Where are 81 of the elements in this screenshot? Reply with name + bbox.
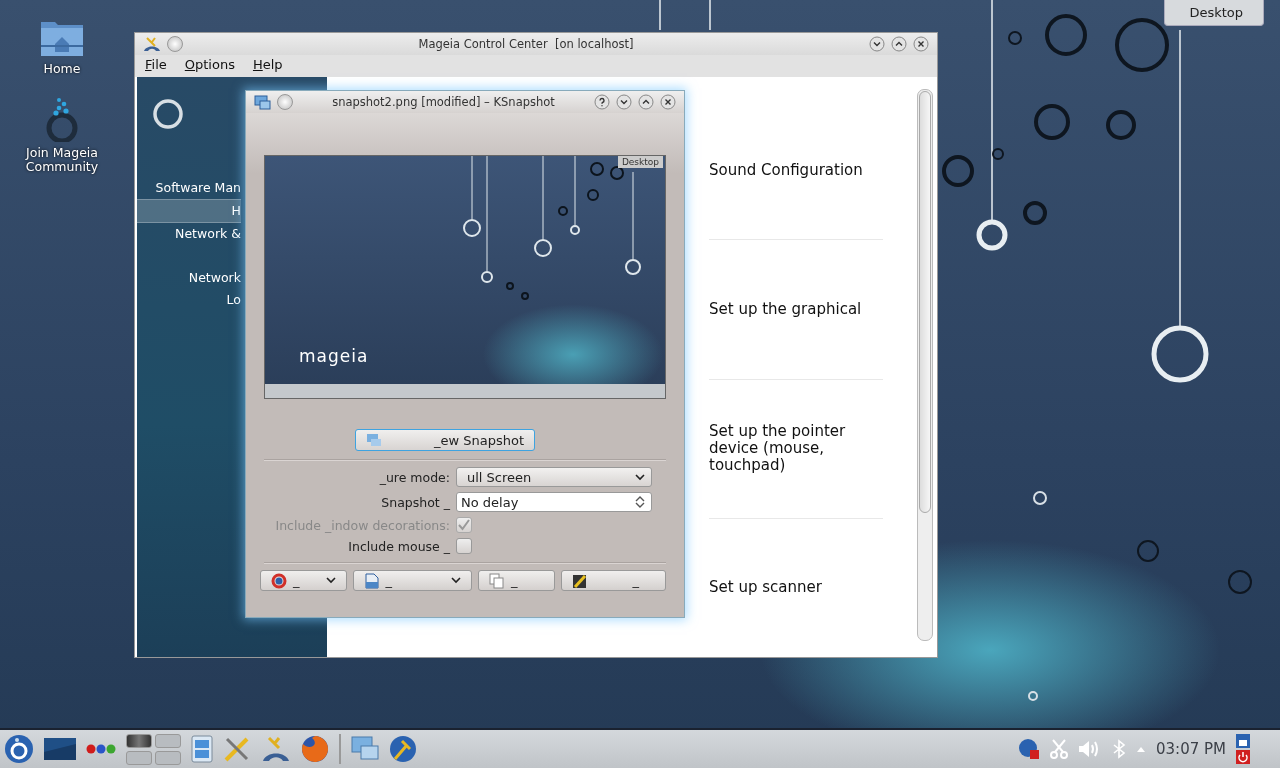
power-icon[interactable]: [1236, 750, 1250, 764]
logo-text: mageia: [299, 346, 369, 366]
desktop-button: Desktop: [617, 156, 663, 168]
help-button[interactable]: [594, 94, 610, 110]
ring-drawing: [1023, 201, 1047, 225]
hammer-globe-icon[interactable]: [389, 735, 417, 763]
minimize-button[interactable]: [869, 36, 885, 52]
sidebar-item[interactable]: H: [137, 199, 241, 223]
copy-button[interactable]: _: [477, 570, 555, 591]
maximize-button[interactable]: [891, 36, 907, 52]
ring-drawing: [1008, 31, 1022, 45]
control-center-icon[interactable]: [143, 36, 161, 52]
sidebar-item[interactable]: Software Man: [137, 177, 241, 199]
ring-drawing: [1115, 18, 1169, 72]
quit-button[interactable]: _: [560, 570, 666, 591]
ring-drawing: [1028, 691, 1038, 701]
ring-drawing: [1228, 570, 1252, 594]
checkbox-label: Include _indow decorations:: [274, 517, 450, 533]
control-center-icon[interactable]: [261, 735, 291, 763]
tool-link[interactable]: Set up scanner: [709, 579, 822, 597]
pencil-icon: [571, 572, 588, 589]
screenshot-preview[interactable]: Desktop mageia: [264, 155, 666, 399]
field-label: _ure mode:: [378, 469, 450, 485]
close-button[interactable]: [660, 94, 676, 110]
ring-drawing: [587, 189, 599, 201]
chevron-down-icon: [635, 473, 645, 481]
lifebuoy-icon: [271, 572, 287, 589]
desktop-icon-label[interactable]: Home: [43, 62, 81, 76]
ring-drawing: [1033, 491, 1047, 505]
pin-button[interactable]: [167, 36, 183, 52]
ring-drawing: [1137, 540, 1159, 562]
community-icon[interactable]: [45, 96, 79, 142]
ring-drawing: [590, 162, 604, 176]
monitor-icon[interactable]: [254, 94, 271, 110]
color-dots-icon[interactable]: [86, 743, 116, 755]
tool-link[interactable]: Set up the graphical: [709, 300, 862, 318]
document-icon: [363, 572, 380, 589]
ring-drawing: [610, 166, 624, 180]
ring-drawing: [992, 148, 1004, 160]
help-button[interactable]: _: [260, 570, 347, 591]
virtual-desktop[interactable]: [126, 733, 152, 748]
menu-item[interactable]: Options: [184, 57, 235, 75]
ring-drawing: [942, 155, 974, 187]
checkbox-label: Include mouse _: [347, 538, 450, 554]
window-title: Mageia Control Center [on localhost]: [417, 37, 635, 51]
ring-drawing: [1106, 110, 1136, 140]
spin-arrows-icon[interactable]: [635, 495, 645, 509]
monitor-icon[interactable]: [351, 736, 379, 762]
sidebar-item[interactable]: Lo: [137, 289, 241, 311]
mageia-menu-icon[interactable]: [4, 734, 34, 764]
checkbox[interactable]: [456, 538, 472, 554]
save-button[interactable]: _: [352, 570, 472, 591]
tool-link[interactable]: Sound Configuration: [709, 161, 863, 179]
sidebar-item[interactable]: Network &: [137, 223, 241, 245]
ring-drawing: [151, 97, 185, 131]
menu-item[interactable]: Help: [252, 57, 283, 75]
new-snapshot-button[interactable]: _ew Snapshot: [355, 429, 535, 451]
desktop-button[interactable]: Desktop: [1164, 0, 1264, 26]
pin-button[interactable]: [277, 94, 293, 110]
ring-drawing: [1045, 14, 1087, 56]
menu-item[interactable]: File: [145, 57, 167, 75]
desktop-icon-label[interactable]: Join Mageia Community: [14, 146, 110, 174]
field-label: Snapshot _: [380, 494, 450, 510]
monitor-icon: [366, 433, 382, 447]
ring-drawing: [1034, 104, 1070, 140]
sidebar-item[interactable]: Network: [137, 267, 241, 289]
delay-spinbox[interactable]: No delay: [456, 492, 652, 512]
tool-link[interactable]: Set up the pointer device (mouse, touchpad): [709, 423, 883, 475]
window-title: snapshot2.png [modified] – KSnapshot: [331, 95, 556, 109]
maximize-button[interactable]: [638, 94, 654, 110]
network-globe-icon[interactable]: [1018, 738, 1040, 760]
scrollbar[interactable]: [917, 89, 933, 641]
clock[interactable]: 03:07 PM: [1156, 740, 1226, 758]
file-cabinet-icon[interactable]: [191, 735, 213, 763]
lock-icon[interactable]: [1236, 734, 1250, 748]
capture-mode-dropdown[interactable]: ull Screen: [456, 467, 652, 487]
close-button[interactable]: [913, 36, 929, 52]
copy-icon: [488, 572, 505, 589]
ring-drawing: [558, 206, 568, 216]
minimize-button[interactable]: [616, 94, 632, 110]
tools-icon[interactable]: [223, 735, 251, 763]
